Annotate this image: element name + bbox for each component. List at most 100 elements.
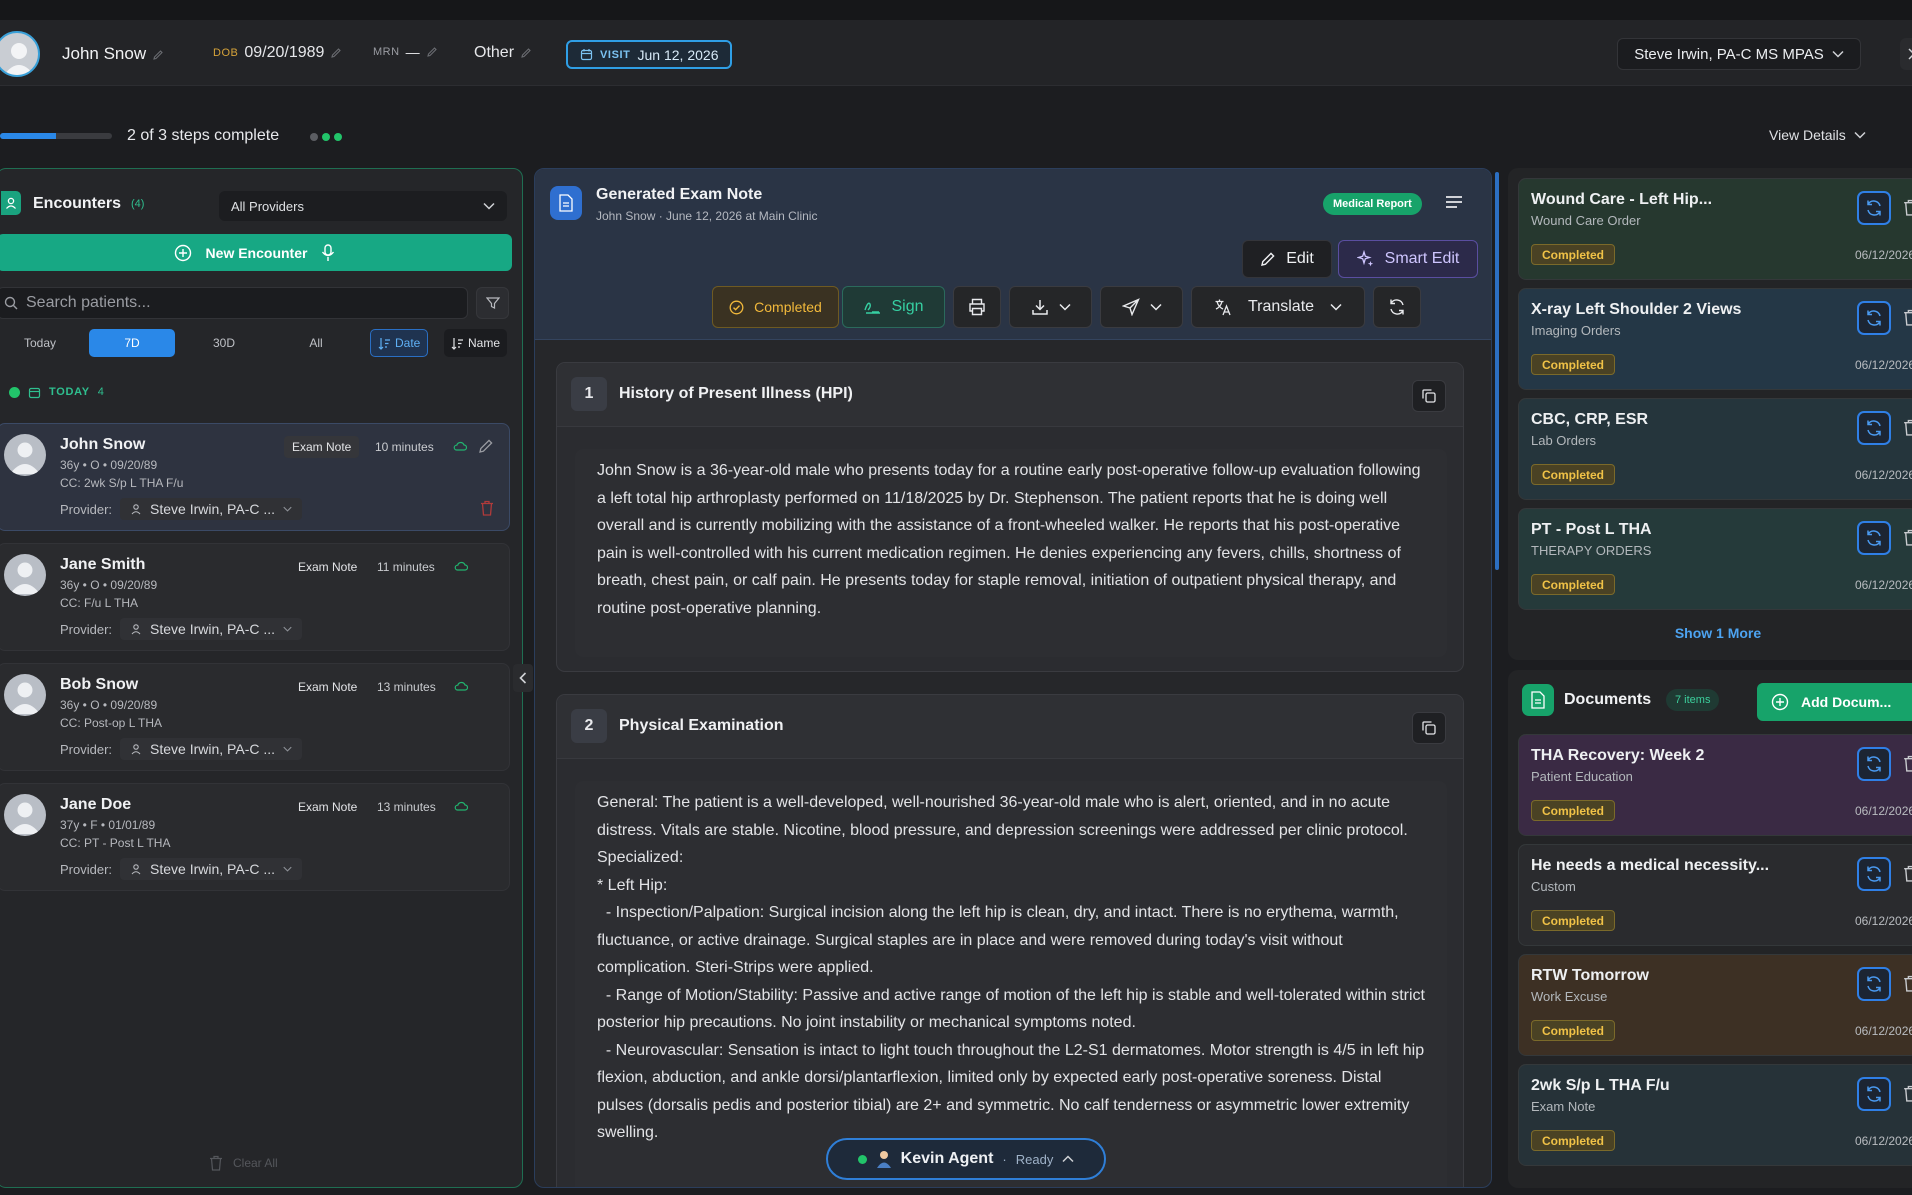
- regenerate-button[interactable]: [1857, 1077, 1891, 1111]
- show-more-button[interactable]: Show 1 More: [1508, 625, 1912, 641]
- trash-icon[interactable]: [1903, 975, 1912, 992]
- regenerate-button[interactable]: [1857, 857, 1891, 891]
- clear-all-button[interactable]: Clear All: [209, 1155, 278, 1171]
- trash-icon[interactable]: [1903, 309, 1912, 326]
- order-title: PT - Post L THA: [1531, 521, 1652, 538]
- status-badge: Completed: [1531, 1130, 1616, 1151]
- regenerate-button[interactable]: [1857, 301, 1891, 335]
- trash-icon[interactable]: [1903, 529, 1912, 546]
- patient-avatar[interactable]: [0, 31, 40, 77]
- regenerate-button[interactable]: [1857, 411, 1891, 445]
- encounter-patient-name: Bob Snow: [60, 676, 139, 693]
- trash-icon[interactable]: [1903, 199, 1912, 216]
- patient-search-field[interactable]: Search patients...: [0, 287, 468, 319]
- today-group-header[interactable]: TODAY 4: [0, 377, 512, 407]
- note-scrollbar[interactable]: [1495, 172, 1499, 570]
- provider-select[interactable]: Steve Irwin, PA-C MS MPAS: [1617, 38, 1861, 70]
- download-menu-button[interactable]: [1009, 286, 1092, 328]
- filter-button[interactable]: [476, 287, 509, 319]
- dob-field[interactable]: DOB 09/20/1989: [213, 44, 342, 62]
- completed-status-button[interactable]: Completed: [712, 286, 839, 328]
- encounter-card[interactable]: Jane Doe 37y • F • 01/01/89 CC: PT - Post …: [0, 783, 510, 891]
- refresh-icon: [1865, 755, 1883, 773]
- encounter-patient-meta: 36y • O • 09/20/89: [60, 698, 158, 712]
- trash-icon: [209, 1155, 223, 1171]
- encounter-provider-select[interactable]: Steve Irwin, PA-C ...: [120, 498, 303, 520]
- print-button[interactable]: [953, 286, 1001, 328]
- refresh-button[interactable]: [1373, 286, 1421, 328]
- chevron-down-icon: [283, 866, 292, 872]
- regenerate-button[interactable]: [1857, 747, 1891, 781]
- trash-icon[interactable]: [1903, 755, 1912, 772]
- encounter-provider-select[interactable]: Steve Irwin, PA-C ...: [120, 738, 303, 760]
- close-button[interactable]: [1900, 38, 1912, 70]
- note-section-header: 2 Physical Examination: [557, 695, 1463, 759]
- mrn-field[interactable]: MRN —: [373, 44, 438, 60]
- encounter-card[interactable]: Jane Smith 36y • O • 09/20/89 CC: F/u L TH…: [0, 543, 510, 651]
- trash-icon[interactable]: [1903, 1085, 1912, 1102]
- pencil-icon[interactable]: [426, 46, 438, 58]
- collapse-panel-button[interactable]: [513, 664, 533, 692]
- view-details-button[interactable]: View Details: [1769, 127, 1866, 143]
- order-card[interactable]: PT - Post L THA THERAPY ORDERS Completed 06…: [1518, 508, 1912, 610]
- range-tab-30d[interactable]: 30D: [181, 329, 267, 357]
- sparkles-icon: [1356, 250, 1375, 268]
- kevin-agent-widget[interactable]: Kevin Agent · Ready: [826, 1138, 1106, 1180]
- encounter-card[interactable]: Bob Snow 36y • O • 09/20/89 CC: Post-op L …: [0, 663, 510, 771]
- document-card[interactable]: RTW Tomorrow Work Excuse Completed 06/12/20…: [1518, 954, 1912, 1056]
- order-card[interactable]: X-ray Left Shoulder 2 Views Imaging Order…: [1518, 288, 1912, 390]
- chevron-down-icon: [283, 626, 292, 632]
- order-card[interactable]: CBC, CRP, ESR Lab Orders Completed 06/12/20…: [1518, 398, 1912, 500]
- encounter-provider-select[interactable]: Steve Irwin, PA-C ...: [120, 618, 303, 640]
- regenerate-button[interactable]: [1857, 191, 1891, 225]
- document-card[interactable]: He needs a medical necessity... Custom Com…: [1518, 844, 1912, 946]
- document-title: RTW Tomorrow: [1531, 967, 1649, 984]
- section-body-text[interactable]: General: The patient is a well-developed…: [575, 781, 1447, 1187]
- regenerate-button[interactable]: [1857, 521, 1891, 555]
- range-tab-today[interactable]: Today: [0, 329, 83, 357]
- range-tab-7d[interactable]: 7D: [89, 329, 175, 357]
- send-menu-button[interactable]: [1100, 286, 1183, 328]
- edit-button[interactable]: Edit: [1242, 240, 1332, 278]
- pencil-icon[interactable]: [478, 438, 494, 454]
- document-date: 06/12/2026: [1855, 914, 1912, 928]
- encounter-card[interactable]: John Snow 36y • O • 09/20/89 CC: 2wk S/p L…: [0, 423, 510, 531]
- note-type-badge: Exam Note: [298, 680, 358, 694]
- patient-name[interactable]: John Snow: [62, 44, 164, 64]
- document-card[interactable]: THA Recovery: Week 2 Patient Education Com…: [1518, 734, 1912, 836]
- translate-menu-button[interactable]: Translate: [1191, 286, 1365, 328]
- user-icon: [130, 503, 142, 515]
- order-card[interactable]: Wound Care - Left Hip... Wound Care Order…: [1518, 178, 1912, 280]
- range-tab-all[interactable]: All: [273, 329, 359, 357]
- copy-section-button[interactable]: [1412, 712, 1446, 744]
- refresh-icon: [1865, 975, 1883, 993]
- smart-edit-button[interactable]: Smart Edit: [1338, 240, 1478, 278]
- document-category: Exam Note: [1531, 1099, 1596, 1114]
- menu-button[interactable]: [1445, 194, 1463, 210]
- gender-field[interactable]: Other: [474, 44, 532, 62]
- search-input[interactable]: Search patients...: [26, 294, 151, 312]
- new-encounter-button[interactable]: New Encounter: [0, 234, 512, 271]
- gender-value: Other: [474, 44, 515, 61]
- pencil-icon[interactable]: [520, 47, 532, 59]
- encounter-provider-select[interactable]: Steve Irwin, PA-C ...: [120, 858, 303, 880]
- provider-filter-select[interactable]: All Providers: [219, 191, 507, 221]
- section-body-text[interactable]: John Snow is a 36-year-old male who pres…: [575, 449, 1447, 657]
- pencil-icon[interactable]: [152, 49, 164, 61]
- regenerate-button[interactable]: [1857, 967, 1891, 1001]
- provider-select-value: Steve Irwin, PA-C MS MPAS: [1634, 45, 1824, 63]
- trash-icon[interactable]: [480, 500, 494, 516]
- sign-button[interactable]: Sign: [842, 286, 945, 328]
- sort-name-button[interactable]: Name: [444, 329, 508, 357]
- encounter-patient-meta: 36y • O • 09/20/89: [60, 458, 158, 472]
- document-card[interactable]: 2wk S/p L THA F/u Exam Note Completed 06/12…: [1518, 1064, 1912, 1166]
- copy-section-button[interactable]: [1412, 380, 1446, 412]
- pencil-icon[interactable]: [330, 47, 342, 59]
- sort-date-button[interactable]: Date: [370, 329, 429, 357]
- trash-icon[interactable]: [1903, 865, 1912, 882]
- add-document-button[interactable]: Add Docum...: [1757, 683, 1912, 721]
- trash-icon[interactable]: [1903, 419, 1912, 436]
- encounter-chief-complaint: CC: Post-op L THA: [60, 716, 163, 730]
- microphone-icon[interactable]: [321, 243, 335, 262]
- visit-date-pill[interactable]: VISIT Jun 12, 2026: [566, 40, 733, 69]
